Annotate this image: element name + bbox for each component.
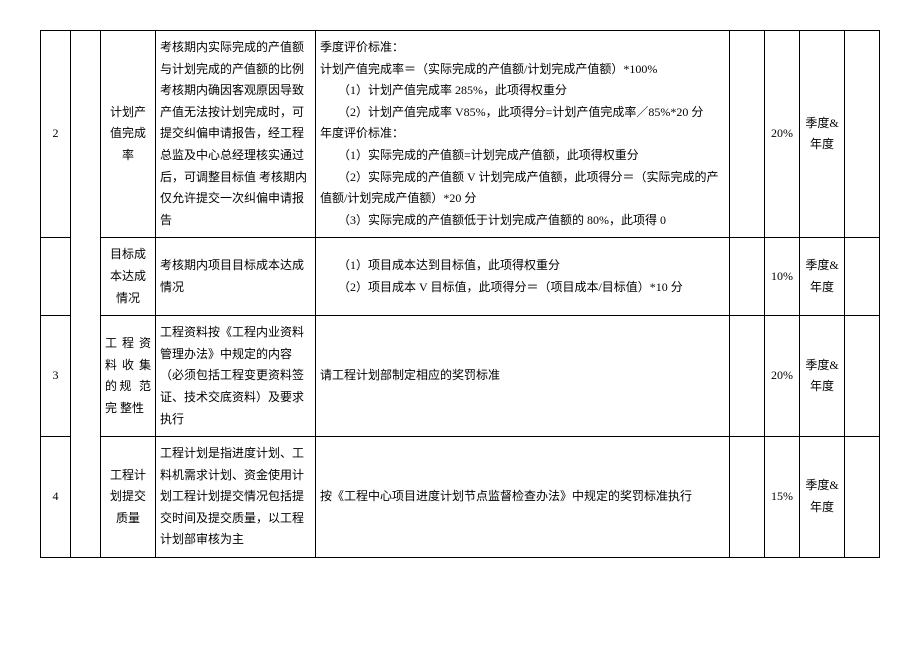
period-cell: 季度&年度 — [800, 437, 845, 558]
indicator-cell: 计划产值完成率 — [101, 31, 156, 238]
criteria-cell: （1）项目成本达到目标值，此项得权重分 （2）项目成本 V 目标值，此项得分＝（… — [316, 238, 730, 316]
last-cell — [845, 437, 880, 558]
period-cell: 季度&年度 — [800, 238, 845, 316]
criteria-line: 季度评价标准： — [320, 40, 404, 54]
num-cell: 3 — [41, 316, 71, 437]
category-cell — [71, 31, 101, 558]
period-cell: 季度&年度 — [800, 31, 845, 238]
last-cell — [845, 31, 880, 238]
blank-cell — [730, 238, 765, 316]
blank-cell — [730, 31, 765, 238]
desc-cell: 工程计划是指进度计划、工料机需求计划、资金使用计划工程计划提交情况包括提交时间及… — [156, 437, 316, 558]
indicator-cell: 工 程 资料 收 集 的规 范 完 整性 — [101, 316, 156, 437]
criteria-line: 计划产值完成率＝（实际完成的产值额/计划完成产值额）*100% — [320, 62, 657, 76]
criteria-line: （2）计划产值完成率 V85%，此项得分=计划产值完成率／85%*20 分 — [320, 102, 725, 124]
criteria-line: （2）实际完成的产值额 V 计划完成产值额，此项得分＝（实际完成的产值额/计划完… — [320, 167, 725, 210]
evaluation-table: 2 计划产值完成率 考核期内实际完成的产值额与计划完成的产值额的比例考核期内确因… — [40, 30, 880, 558]
num-cell: 2 — [41, 31, 71, 238]
table-row: 3 工 程 资料 收 集 的规 范 完 整性 工程资料按《工程内业资料管理办法》… — [41, 316, 880, 437]
desc-cell: 考核期内项目目标成本达成情况 — [156, 238, 316, 316]
last-cell — [845, 316, 880, 437]
criteria-line: （1）计划产值完成率 285%，此项得权重分 — [320, 80, 725, 102]
criteria-cell: 请工程计划部制定相应的奖罚标准 — [316, 316, 730, 437]
table-row: 4 工程计划提交质量 工程计划是指进度计划、工料机需求计划、资金使用计划工程计划… — [41, 437, 880, 558]
period-cell: 季度&年度 — [800, 316, 845, 437]
criteria-cell: 按《工程中心项目进度计划节点监督检查办法》中规定的奖罚标准执行 — [316, 437, 730, 558]
indicator-cell: 工程计划提交质量 — [101, 437, 156, 558]
weight-cell: 20% — [765, 316, 800, 437]
blank-cell — [730, 316, 765, 437]
weight-cell: 10% — [765, 238, 800, 316]
criteria-line: （1）项目成本达到目标值，此项得权重分 — [320, 255, 725, 277]
criteria-line: 年度评价标准： — [320, 126, 404, 140]
criteria-line: （1）实际完成的产值额=计划完成产值额，此项得权重分 — [320, 145, 725, 167]
num-cell: 4 — [41, 437, 71, 558]
weight-cell: 15% — [765, 437, 800, 558]
criteria-line: （2）项目成本 V 目标值，此项得分＝（项目成本/目标值）*10 分 — [320, 277, 725, 299]
weight-cell: 20% — [765, 31, 800, 238]
desc-cell: 考核期内实际完成的产值额与计划完成的产值额的比例考核期内确因客观原因导致产值无法… — [156, 31, 316, 238]
desc-cell: 工程资料按《工程内业资料管理办法》中规定的内容（必须包括工程变更资料签证、技术交… — [156, 316, 316, 437]
criteria-line: （3）实际完成的产值额低于计划完成产值额的 80%，此项得 0 — [320, 210, 725, 232]
blank-cell — [730, 437, 765, 558]
indicator-cell: 目标成本达成情况 — [101, 238, 156, 316]
table-row: 目标成本达成情况 考核期内项目目标成本达成情况 （1）项目成本达到目标值，此项得… — [41, 238, 880, 316]
table-row: 2 计划产值完成率 考核期内实际完成的产值额与计划完成的产值额的比例考核期内确因… — [41, 31, 880, 238]
num-cell — [41, 238, 71, 316]
criteria-cell: 季度评价标准： 计划产值完成率＝（实际完成的产值额/计划完成产值额）*100% … — [316, 31, 730, 238]
last-cell — [845, 238, 880, 316]
